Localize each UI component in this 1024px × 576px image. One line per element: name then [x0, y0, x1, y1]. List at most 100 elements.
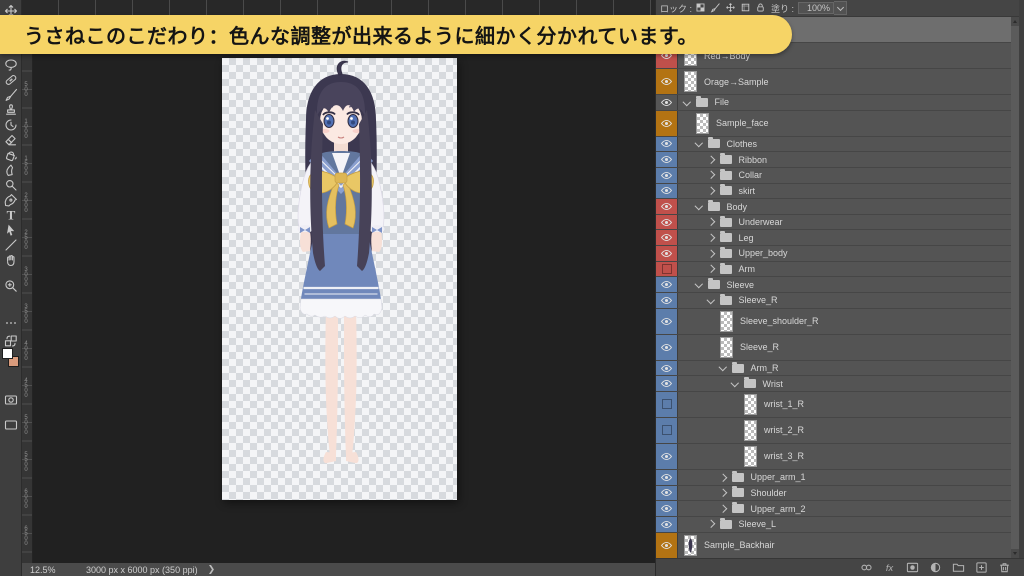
mask-button[interactable] [905, 561, 919, 575]
tool-zoom-tool[interactable] [3, 278, 18, 293]
layer-row[interactable]: wrist_3_R [656, 444, 1011, 470]
chevron-right-icon[interactable] [707, 187, 715, 195]
visibility-toggle[interactable] [656, 392, 678, 417]
lock-artboard-icon[interactable] [739, 1, 752, 14]
visibility-toggle[interactable] [656, 293, 678, 308]
chevron-right-icon[interactable] [707, 234, 715, 242]
layer-row[interactable]: wrist_2_R [656, 418, 1011, 444]
lock-move-icon[interactable] [724, 1, 737, 14]
layer-group-row[interactable]: Clothes [656, 137, 1011, 153]
trash-button[interactable] [997, 561, 1011, 575]
new-layer-button[interactable] [974, 561, 988, 575]
layer-group-row[interactable]: Leg [656, 230, 1011, 246]
layer-group-row[interactable]: Ribbon [656, 152, 1011, 168]
layer-group-row[interactable]: Upper_arm_2 [656, 501, 1011, 517]
layers-scrollbar[interactable] [1011, 17, 1019, 558]
layer-thumbnail[interactable] [684, 71, 697, 92]
tool-paint-bucket-tool[interactable] [3, 147, 18, 162]
visibility-toggle[interactable] [656, 470, 678, 485]
visibility-toggle[interactable] [656, 418, 678, 443]
visibility-toggle[interactable] [656, 361, 678, 376]
chevron-down-icon[interactable] [695, 280, 703, 288]
layer-thumbnail[interactable] [720, 337, 733, 358]
tool-more-tools[interactable] [3, 315, 18, 330]
visibility-toggle[interactable] [656, 246, 678, 261]
fx-button[interactable]: fx [882, 561, 896, 575]
layer-row[interactable]: Sample_face [656, 111, 1011, 137]
visibility-toggle[interactable] [656, 199, 678, 214]
layer-group-row[interactable]: Wrist [656, 376, 1011, 392]
tool-healing-brush-tool[interactable] [3, 72, 18, 87]
tool-history-brush-tool[interactable] [3, 117, 18, 132]
tool-path-select-tool[interactable] [3, 222, 18, 237]
layer-group-row[interactable]: Sleeve_R [656, 293, 1011, 309]
chevron-down-icon[interactable] [695, 202, 703, 210]
scroll-up-icon[interactable] [1011, 17, 1019, 26]
visibility-toggle[interactable] [656, 277, 678, 292]
tool-screen-mode[interactable] [3, 417, 18, 432]
layer-thumbnail[interactable] [696, 113, 709, 134]
layer-group-row[interactable]: Underwear [656, 215, 1011, 231]
tool-dodge-tool[interactable] [3, 177, 18, 192]
layer-group-row[interactable]: Arm [656, 262, 1011, 278]
layer-group-row[interactable]: Shoulder [656, 486, 1011, 502]
layer-group-row[interactable]: Body [656, 199, 1011, 215]
chevron-right-icon[interactable] [707, 171, 715, 179]
visibility-toggle[interactable] [656, 111, 678, 136]
zoom-level[interactable]: 12.5% [30, 565, 64, 575]
tool-lasso-tool[interactable] [3, 57, 18, 72]
layer-thumbnail[interactable] [720, 311, 733, 332]
tool-quick-mask-mode[interactable] [3, 392, 18, 407]
layer-group-row[interactable]: Upper_body [656, 246, 1011, 262]
chevron-right-icon[interactable] [707, 265, 715, 273]
tool-line-tool[interactable] [3, 237, 18, 252]
foreground-color-swatch[interactable] [2, 348, 13, 359]
visibility-toggle[interactable] [656, 517, 678, 532]
visibility-toggle[interactable] [656, 95, 678, 110]
link-button[interactable] [859, 561, 873, 575]
tool-smudge-tool[interactable] [3, 162, 18, 177]
lock-transparent-icon[interactable] [694, 1, 707, 14]
tool-brush-tool[interactable] [3, 87, 18, 102]
lock-all-icon[interactable] [754, 1, 767, 14]
chevron-right-icon[interactable] [719, 489, 727, 497]
layer-row[interactable]: wrist_1_R [656, 392, 1011, 418]
layer-row[interactable]: Sleeve_shoulder_R [656, 309, 1011, 335]
layer-group-row[interactable]: Sleeve [656, 277, 1011, 293]
layer-group-row[interactable]: Arm_R [656, 361, 1011, 377]
chevron-down-icon[interactable] [695, 139, 703, 147]
visibility-toggle[interactable] [656, 137, 678, 152]
chevron-down-icon[interactable] [707, 295, 715, 303]
document-canvas[interactable] [222, 58, 457, 500]
visibility-toggle[interactable] [656, 335, 678, 360]
tool-pen-tool[interactable] [3, 192, 18, 207]
adjustment-button[interactable] [928, 561, 942, 575]
chevron-right-icon[interactable] [707, 520, 715, 528]
layer-row[interactable]: Sample_Backhair [656, 533, 1011, 558]
chevron-right-icon[interactable] [707, 250, 715, 258]
tool-type-tool[interactable]: T [3, 207, 18, 222]
layer-thumbnail[interactable] [744, 394, 757, 415]
chevron-right-icon[interactable] [707, 156, 715, 164]
fill-dropdown-button[interactable] [834, 1, 847, 15]
tool-eraser-tool[interactable] [3, 132, 18, 147]
visibility-toggle[interactable] [656, 486, 678, 501]
layer-group-row[interactable]: Upper_arm_1 [656, 470, 1011, 486]
status-chevron-icon[interactable]: ❯ [208, 564, 216, 575]
visibility-toggle[interactable] [656, 230, 678, 245]
chevron-down-icon[interactable] [683, 97, 691, 105]
layer-thumbnail[interactable] [684, 535, 697, 556]
layer-row[interactable]: Sleeve_R [656, 335, 1011, 361]
visibility-toggle[interactable] [656, 152, 678, 167]
visibility-toggle[interactable] [656, 533, 678, 558]
chevron-down-icon[interactable] [731, 379, 739, 387]
visibility-toggle[interactable] [656, 168, 678, 183]
layer-thumbnail[interactable] [744, 446, 757, 467]
layer-group-row[interactable]: Collar [656, 168, 1011, 184]
lock-brush-icon[interactable] [709, 1, 722, 14]
chevron-down-icon[interactable] [719, 363, 727, 371]
visibility-toggle[interactable] [656, 444, 678, 469]
visibility-toggle[interactable] [656, 215, 678, 230]
layer-group-row[interactable]: Sleeve_L [656, 517, 1011, 533]
visibility-toggle[interactable] [656, 309, 678, 334]
